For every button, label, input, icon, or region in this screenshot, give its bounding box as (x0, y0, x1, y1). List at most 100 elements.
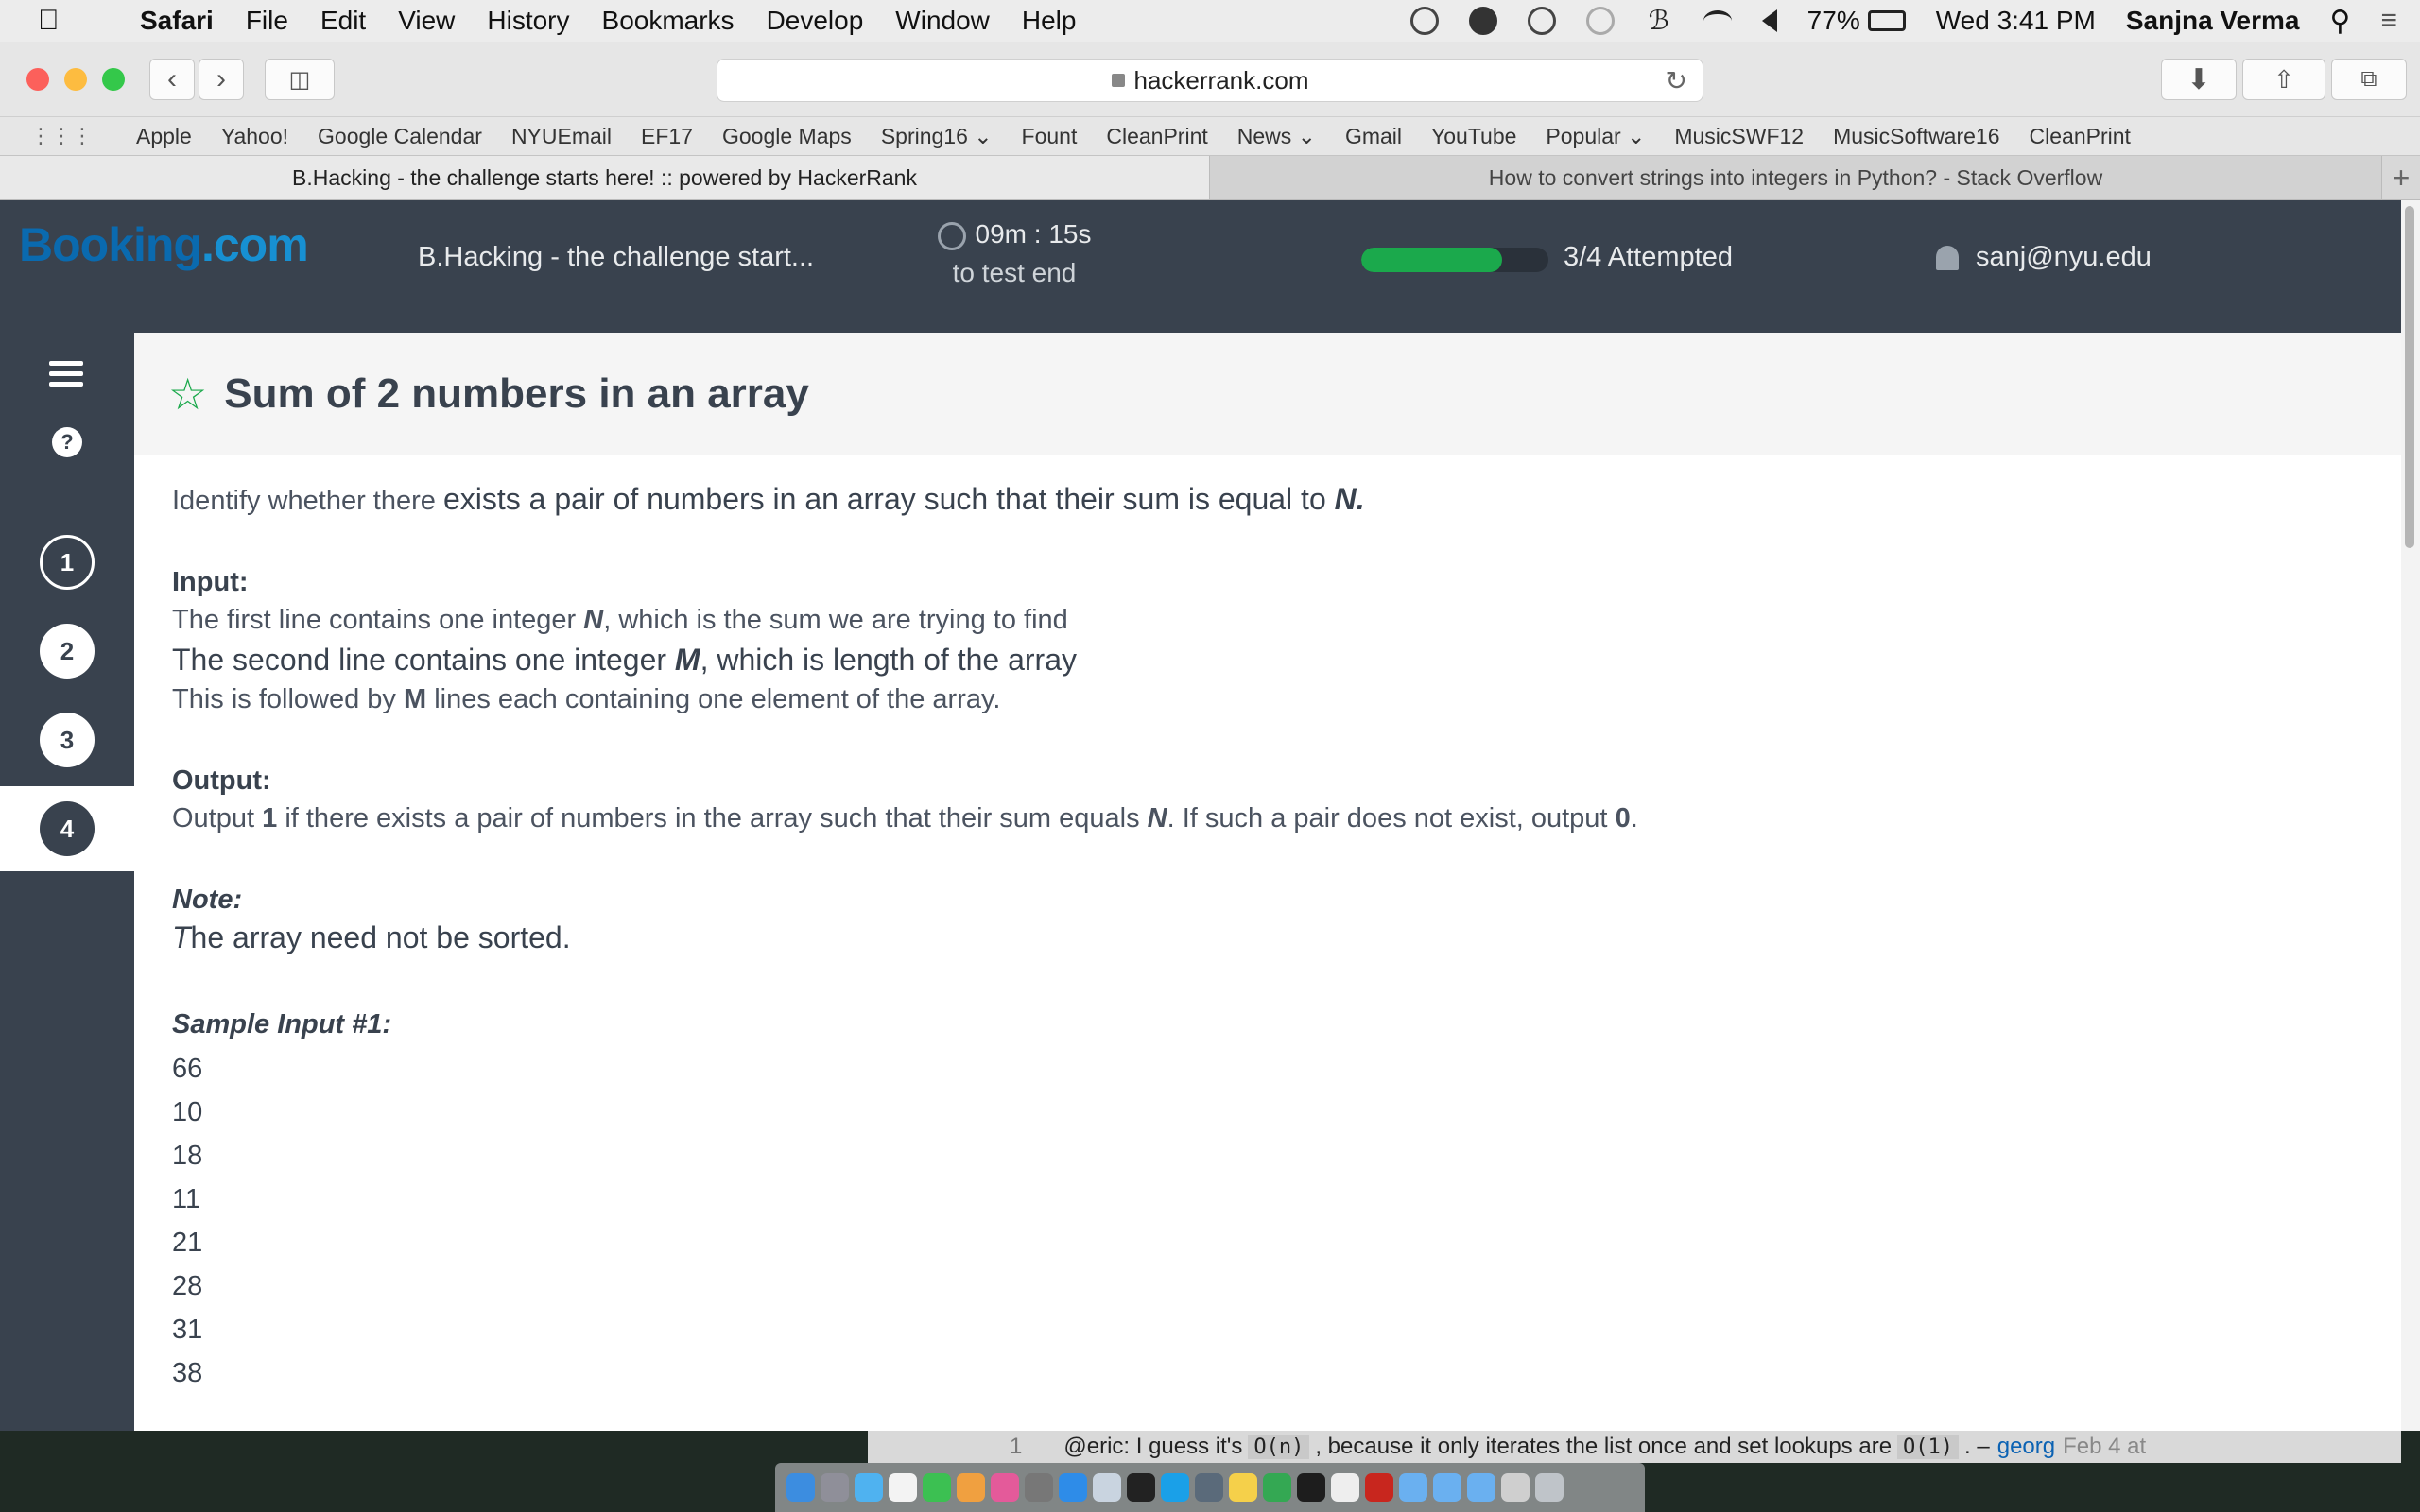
timer-caption: to test end (952, 257, 1077, 287)
menu-help[interactable]: Help (1022, 6, 1077, 36)
spotlight-search-icon[interactable]: ⚲ (2330, 5, 2351, 38)
menu-edit[interactable]: Edit (320, 6, 366, 36)
share-button[interactable]: ⇧ (2242, 59, 2325, 100)
menu-window[interactable]: Window (895, 6, 990, 36)
bluetooth-icon[interactable]: ℬ (1645, 7, 1673, 35)
sample-value: 66 (172, 1054, 203, 1084)
pycharm-icon[interactable] (1297, 1473, 1325, 1502)
bookmark-folder-popular[interactable]: Popular ⌄ (1546, 124, 1645, 149)
battery-icon[interactable] (1867, 10, 1906, 31)
volume-icon[interactable] (1761, 9, 1777, 32)
bookmark-yahoo[interactable]: Yahoo! (221, 124, 288, 149)
acrobat-icon[interactable] (1365, 1473, 1393, 1502)
preview-icon[interactable] (1093, 1473, 1121, 1502)
new-tab-button[interactable]: + (2382, 156, 2420, 199)
bookmark-google-maps[interactable]: Google Maps (722, 124, 852, 149)
challenge-title-bar: ☆ Sum of 2 numbers in an array (134, 333, 2401, 455)
menu-clock[interactable]: Wed 3:41 PM (1936, 6, 2096, 36)
menu-history[interactable]: History (487, 6, 569, 36)
finder-icon[interactable] (786, 1473, 815, 1502)
minimize-window-button[interactable] (64, 68, 87, 91)
system-preferences-icon[interactable] (1025, 1473, 1053, 1502)
trash-icon[interactable] (1535, 1473, 1564, 1502)
question-3-button[interactable]: 3 (40, 713, 95, 767)
clock-icon (937, 221, 966, 250)
tab-hackerrank[interactable]: B.Hacking - the challenge starts here! :… (0, 156, 1210, 199)
bookmark-folder-news[interactable]: News ⌄ (1237, 124, 1316, 149)
bookmark-nyuemail[interactable]: NYUEmail (511, 124, 612, 149)
bookmark-apple[interactable]: Apple (136, 124, 192, 149)
back-button[interactable]: ‹ (149, 59, 195, 100)
time-machine-icon[interactable] (1585, 7, 1615, 35)
blocked-status-icon[interactable] (1527, 7, 1556, 35)
do-not-disturb-icon[interactable] (1468, 7, 1497, 35)
downloads-button[interactable]: ⬇ (2161, 59, 2237, 100)
note-text: The array need not be sorted. (172, 919, 2401, 956)
bookmark-ef17[interactable]: EF17 (641, 124, 693, 149)
comment-author-link[interactable]: georg (1997, 1434, 2055, 1460)
notification-center-icon[interactable]: ≡ (2380, 5, 2397, 37)
top-sites-grid-icon[interactable]: ⋮⋮⋮ (30, 124, 93, 148)
photos-icon[interactable] (957, 1473, 985, 1502)
menu-develop[interactable]: Develop (767, 6, 864, 36)
bookmark-fount[interactable]: Fount (1022, 124, 1078, 149)
textedit-icon[interactable] (1331, 1473, 1359, 1502)
calendar-icon[interactable] (889, 1473, 917, 1502)
documents-folder-icon[interactable] (1433, 1473, 1461, 1502)
bookmark-cleanprint[interactable]: CleanPrint (1106, 124, 1207, 149)
page-scrollbar[interactable] (2401, 200, 2420, 1431)
forward-button[interactable]: › (199, 59, 244, 100)
chrome-icon[interactable] (1263, 1473, 1291, 1502)
tab-stack-overflow[interactable]: How to convert strings into integers in … (1210, 156, 2382, 199)
bookmark-star-icon[interactable]: ☆ (168, 369, 207, 420)
skype-icon[interactable] (1161, 1473, 1189, 1502)
question-nav: ? 1 2 3 4 (0, 333, 134, 1431)
screenshots-stack-icon[interactable] (1501, 1473, 1530, 1502)
keynote-icon[interactable] (1195, 1473, 1223, 1502)
reload-icon[interactable]: ↻ (1666, 65, 1687, 96)
safari-icon[interactable] (1059, 1473, 1087, 1502)
menu-file[interactable]: File (246, 6, 288, 36)
menu-view[interactable]: View (398, 6, 455, 36)
bookmark-musicsoftware16[interactable]: MusicSoftware16 (1833, 124, 1999, 149)
launchpad-icon[interactable] (821, 1473, 849, 1502)
zoom-window-button[interactable] (102, 68, 125, 91)
user-menu[interactable]: sanj@nyu.edu (1936, 242, 2152, 273)
facetime-icon[interactable] (923, 1473, 951, 1502)
notes-icon[interactable] (1229, 1473, 1257, 1502)
input-line-1-n: N (583, 605, 604, 635)
company-logo[interactable]: Booking.com (19, 217, 309, 272)
problem-statement: Identify whether there exists a pair of … (134, 455, 2401, 1395)
battery-percent[interactable]: 77% (1807, 6, 1860, 36)
wifi-icon[interactable] (1703, 10, 1732, 31)
help-icon[interactable]: ? (52, 427, 82, 457)
question-4-button[interactable]: 4 (40, 801, 95, 856)
question-list-icon[interactable] (49, 361, 83, 392)
bookmark-gmail[interactable]: Gmail (1345, 124, 1402, 149)
terminal-icon[interactable] (1127, 1473, 1155, 1502)
bookmark-musicswf12[interactable]: MusicSWF12 (1674, 124, 1804, 149)
comment-code-1: O(n) (1248, 1435, 1310, 1459)
sync-status-icon[interactable] (1409, 7, 1439, 35)
sample-value: 18 (172, 1141, 203, 1171)
menu-bookmarks[interactable]: Bookmarks (602, 6, 735, 36)
bookmark-folder-spring16[interactable]: Spring16 ⌄ (881, 124, 993, 149)
tabs-overview-button[interactable]: ⧉ (2331, 59, 2407, 100)
bookmark-google-calendar[interactable]: Google Calendar (318, 124, 482, 149)
bookmark-youtube[interactable]: YouTube (1431, 124, 1516, 149)
menu-app-safari[interactable]: Safari (140, 6, 214, 36)
close-window-button[interactable] (26, 68, 49, 91)
downloads-folder-icon[interactable] (1399, 1473, 1427, 1502)
applications-folder-icon[interactable] (1467, 1473, 1495, 1502)
bookmark-cleanprint-2[interactable]: CleanPrint (2030, 124, 2131, 149)
address-bar[interactable]: hackerrank.com ↻ (717, 59, 1703, 102)
scrollbar-thumb[interactable] (2405, 206, 2414, 548)
question-2-button[interactable]: 2 (40, 624, 95, 679)
itunes-icon[interactable] (991, 1473, 1019, 1502)
question-1-button[interactable]: 1 (40, 535, 95, 590)
intro-n: N. (1334, 482, 1365, 516)
messages-icon[interactable] (855, 1473, 883, 1502)
sidebar-toggle-button[interactable]: ◫ (265, 59, 335, 100)
apple-menu-icon[interactable]:  (38, 5, 79, 37)
menu-user[interactable]: Sanjna Verma (2126, 6, 2300, 36)
